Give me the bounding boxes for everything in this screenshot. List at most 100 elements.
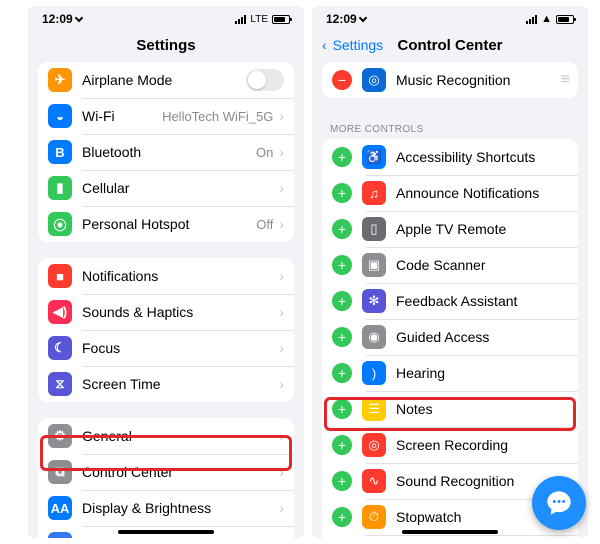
page-title: Control Center (398, 37, 503, 54)
included-controls-group: −◎Music Recognition≡ (322, 62, 578, 98)
row-label: Music Recognition (396, 72, 510, 88)
row-accessibility-shortcuts[interactable]: + ♿ Accessibility Shortcuts (322, 139, 578, 175)
row-label: Personal Hotspot (82, 216, 189, 232)
add-button[interactable]: + (332, 507, 352, 527)
wifi-icon: ▲ (541, 13, 552, 25)
row-label: Notifications (82, 268, 158, 284)
add-button[interactable]: + (332, 183, 352, 203)
row-focus[interactable]: ☾Focus› (38, 330, 294, 366)
row-label: Bluetooth (82, 144, 141, 160)
phone-control-center: 12:09 ▲ ‹ Settings Control Center −◎Musi… (312, 6, 588, 538)
row-apple-tv-remote[interactable]: + ▯ Apple TV Remote (322, 211, 578, 247)
settings-group: ✈ Airplane Mode ◒Wi-FiHelloTech WiFi_5G›BB… (38, 62, 294, 242)
chevron-right-icon: › (279, 304, 284, 320)
add-button[interactable]: + (332, 363, 352, 383)
row-cellular[interactable]: ▮Cellular› (38, 170, 294, 206)
chevron-right-icon: › (279, 268, 284, 284)
airplane-mode-icon: ✈ (48, 68, 72, 92)
remove-button[interactable]: − (332, 70, 352, 90)
row-guided-access[interactable]: +◉Guided Access (322, 319, 578, 355)
settings-group: ⚙General›⧉Control Center› AA Display & Bri… (38, 418, 294, 538)
row-display[interactable]: AA Display & Brightness › (38, 490, 294, 526)
hearing-icon: ) (362, 361, 386, 385)
accessibility-shortcuts-icon: ♿ (362, 145, 386, 169)
row-code-scanner[interactable]: +▣Code Scanner (322, 247, 578, 283)
location-icon (74, 14, 82, 22)
home-screen-icon: ▦ (48, 532, 72, 538)
row-music-recognition[interactable]: −◎Music Recognition≡ (322, 62, 578, 98)
signal-icon (235, 15, 246, 24)
add-button[interactable]: + (332, 435, 352, 455)
row-label: Feedback Assistant (396, 293, 517, 309)
row-label: Announce Notifications (396, 185, 539, 201)
row-label: Hearing (396, 365, 445, 381)
row-hearing[interactable]: +) Hearing (322, 355, 578, 391)
control-center-icon: ⧉ (48, 460, 72, 484)
chevron-right-icon: › (279, 216, 284, 232)
drag-handle-icon[interactable]: ≡ (561, 71, 568, 89)
chevron-right-icon: › (279, 428, 284, 444)
settings-group: ■Notifications›◀)Sounds & Haptics›☾Focus… (38, 258, 294, 402)
controls-scroll[interactable]: −◎Music Recognition≡MORE CONTROLS+♿Acces… (312, 62, 588, 538)
hotspot-icon: ⦿ (48, 212, 72, 236)
row-label: Home Screen (82, 536, 168, 538)
settings-scroll[interactable]: ✈ Airplane Mode ◒Wi-FiHelloTech WiFi_5G›BB… (28, 62, 304, 538)
row-control-center[interactable]: ⧉Control Center› (38, 454, 294, 490)
add-button[interactable]: + (332, 471, 352, 491)
notes-icon: ☰ (362, 397, 386, 421)
row-label: Accessibility Shortcuts (396, 149, 535, 165)
stopwatch-icon: ⏱ (362, 505, 386, 529)
row-notes[interactable]: + ☰ Notes (322, 391, 578, 427)
chevron-right-icon: › (279, 376, 284, 392)
home-indicator[interactable] (402, 530, 498, 534)
row-label: Notes (396, 401, 433, 417)
chevron-right-icon: › (279, 180, 284, 196)
row-airplane-mode[interactable]: ✈ Airplane Mode (38, 62, 294, 98)
chevron-right-icon: › (279, 500, 284, 516)
row-screen-time[interactable]: ⧖ Screen Time › (38, 366, 294, 402)
add-button[interactable]: + (332, 147, 352, 167)
row-bluetooth[interactable]: BBluetoothOn› (38, 134, 294, 170)
row-feedback-assistant[interactable]: + ✻ Feedback Assistant (322, 283, 578, 319)
sounds-icon: ◀) (48, 300, 72, 324)
add-button[interactable]: + (332, 255, 352, 275)
toggle[interactable] (246, 69, 284, 91)
row-voice-memos[interactable]: +❙❙Voice Memos (322, 535, 578, 538)
wifi-icon: ◒ (48, 104, 72, 128)
row-detail: Off (256, 217, 273, 232)
notifications-icon: ■ (48, 264, 72, 288)
home-indicator[interactable] (118, 530, 214, 534)
screen-time-icon: ⧖ (48, 372, 72, 396)
row-label: Sound Recognition (396, 473, 514, 489)
row-label: Airplane Mode (82, 72, 172, 88)
row-notifications[interactable]: ■ Notifications › (38, 258, 294, 294)
display-icon: AA (48, 496, 72, 520)
add-button[interactable]: + (332, 327, 352, 347)
row-hotspot[interactable]: ⦿ Personal Hotspot Off › (38, 206, 294, 242)
row-label: Apple TV Remote (396, 221, 506, 237)
status-time: 12:09 (42, 12, 73, 26)
apple-tv-remote-icon: ▯ (362, 217, 386, 241)
add-button[interactable]: + (332, 399, 352, 419)
row-sounds[interactable]: ◀)Sounds & Haptics› (38, 294, 294, 330)
more-controls-group: + ♿ Accessibility Shortcuts +♫Announce Noti… (322, 139, 578, 538)
row-label: Screen Time (82, 376, 161, 392)
signal-icon (526, 15, 537, 24)
back-button[interactable]: ‹ Settings (322, 37, 383, 53)
row-screen-recording[interactable]: + ◎ Screen Recording (322, 427, 578, 463)
row-label: Guided Access (396, 329, 489, 345)
chat-fab[interactable] (532, 476, 586, 530)
feedback-assistant-icon: ✻ (362, 289, 386, 313)
screen-recording-icon: ◎ (362, 433, 386, 457)
add-button[interactable]: + (332, 219, 352, 239)
add-button[interactable]: + (332, 291, 352, 311)
location-icon (358, 14, 366, 22)
row-label: Code Scanner (396, 257, 486, 273)
row-label: Display & Brightness (82, 500, 211, 516)
row-general[interactable]: ⚙General› (38, 418, 294, 454)
navbar: Settings (28, 28, 304, 62)
row-label: Screen Recording (396, 437, 508, 453)
row-wifi[interactable]: ◒Wi-FiHelloTech WiFi_5G› (38, 98, 294, 134)
row-announce-notifications[interactable]: +♫Announce Notifications (322, 175, 578, 211)
page-title: Settings (136, 37, 195, 54)
